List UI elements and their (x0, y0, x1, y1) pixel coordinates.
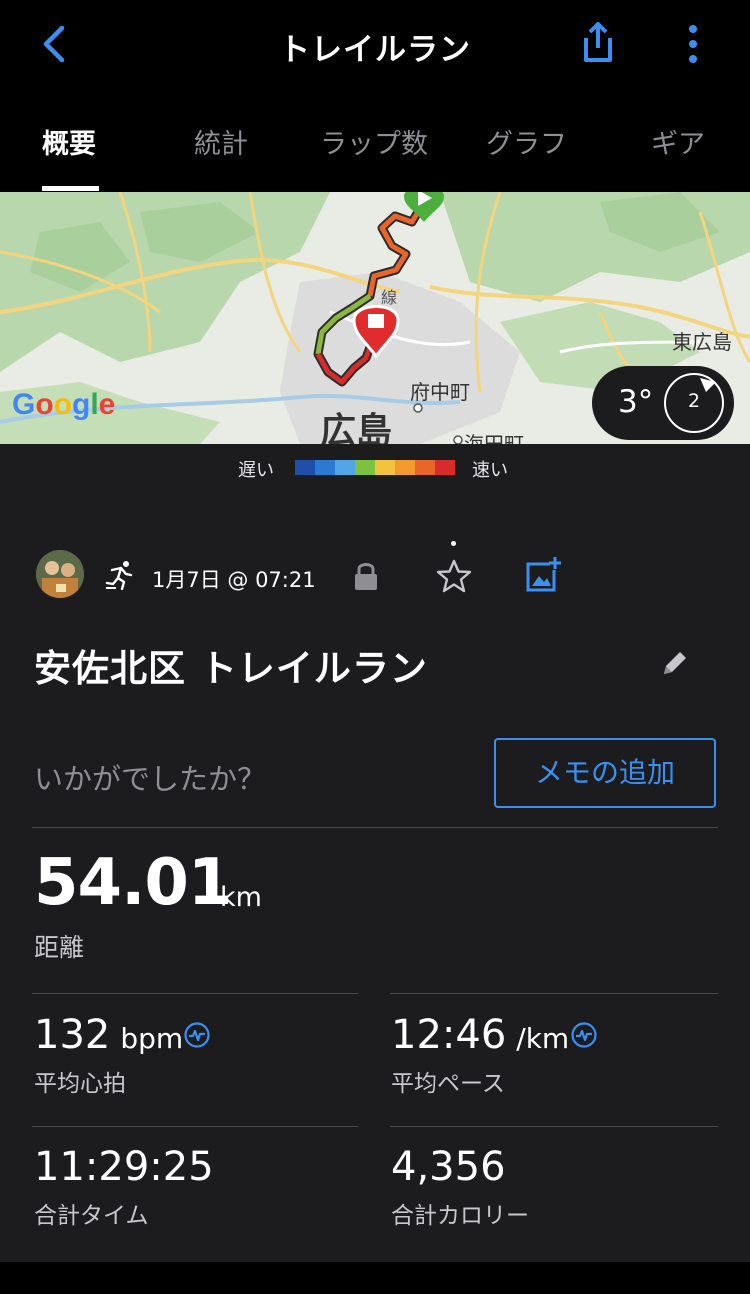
avg-hr-unit: bpm (120, 1022, 184, 1055)
distance-value: 54.01 (34, 846, 232, 920)
legend-color-bar (295, 460, 455, 475)
tab-overview[interactable]: 概要 (42, 122, 96, 161)
share-icon[interactable] (578, 20, 618, 66)
avg-hr-stat: 132 bpm (34, 1012, 183, 1058)
trail-run-icon (105, 561, 133, 590)
add-memo-button[interactable]: メモの追加 (494, 738, 716, 808)
map-label-town2: 東広島 (672, 330, 732, 354)
tab-stats[interactable]: 統計 (194, 122, 248, 161)
activity-meta-row: 1月7日 @ 07:21 (0, 548, 750, 608)
app-header: トレイルラン 概要 統計 ラップ数 グラフ ギア (0, 0, 750, 192)
heart-rate-icon[interactable] (184, 1022, 210, 1048)
weather-badge: 3° 2 (592, 366, 734, 440)
lock-icon (355, 563, 377, 590)
tab-bar: 概要 統計 ラップ数 グラフ ギア (0, 118, 750, 192)
map-label-line: 線 (381, 288, 398, 307)
activity-date: 1月7日 @ 07:21 (152, 568, 316, 592)
avg-pace-stat: 12:46/km (391, 1012, 569, 1058)
divider (32, 1126, 358, 1127)
tab-gear[interactable]: ギア (651, 122, 705, 161)
google-logo: Google (12, 388, 116, 421)
legend-slow: 遅い (238, 460, 274, 481)
more-vertical-icon[interactable] (678, 22, 708, 66)
add-photo-icon[interactable] (524, 556, 562, 594)
tab-graphs[interactable]: グラフ (486, 122, 567, 161)
activity-title: 安佐北区 トレイルラン (34, 647, 428, 690)
distance-label: 距離 (34, 933, 85, 962)
calories-label: 合計カロリー (391, 1203, 529, 1229)
star-icon[interactable] (436, 558, 472, 594)
pace-legend: 遅い 速い (0, 444, 750, 490)
legend-fast: 速い (472, 460, 508, 481)
avg-hr-value: 132 (34, 1012, 111, 1058)
pace-info-icon[interactable] (571, 1022, 597, 1048)
map-label-city: 広島 (320, 411, 393, 444)
divider (390, 1126, 718, 1127)
avg-hr-label: 平均心拍 (34, 1071, 126, 1097)
wind-speed: 2 (687, 390, 701, 412)
total-time-label: 合計タイム (34, 1203, 149, 1229)
map-label-town1: 府中町 (410, 380, 470, 404)
divider (32, 827, 718, 828)
distance-unit: km (220, 882, 262, 913)
active-tab-indicator (42, 186, 99, 191)
avg-pace-label: 平均ペース (391, 1071, 505, 1097)
divider (390, 993, 718, 994)
page-indicator-dot (451, 541, 456, 546)
avg-pace-unit: /km (516, 1022, 570, 1055)
avatar[interactable] (36, 550, 84, 598)
divider (32, 993, 358, 994)
map-label-town3: 海田町 (464, 432, 524, 444)
edit-pencil-icon[interactable] (660, 648, 690, 678)
total-time-value: 11:29:25 (34, 1144, 214, 1190)
bottom-bar (0, 1262, 750, 1294)
page-title: トレイルラン (279, 32, 471, 68)
memo-prompt: いかがでしたか？ (34, 762, 267, 796)
temperature: 3° (618, 384, 654, 420)
avg-pace-value: 12:46 (391, 1012, 507, 1058)
tab-laps[interactable]: ラップ数 (320, 122, 428, 161)
calories-value: 4,356 (391, 1144, 506, 1190)
